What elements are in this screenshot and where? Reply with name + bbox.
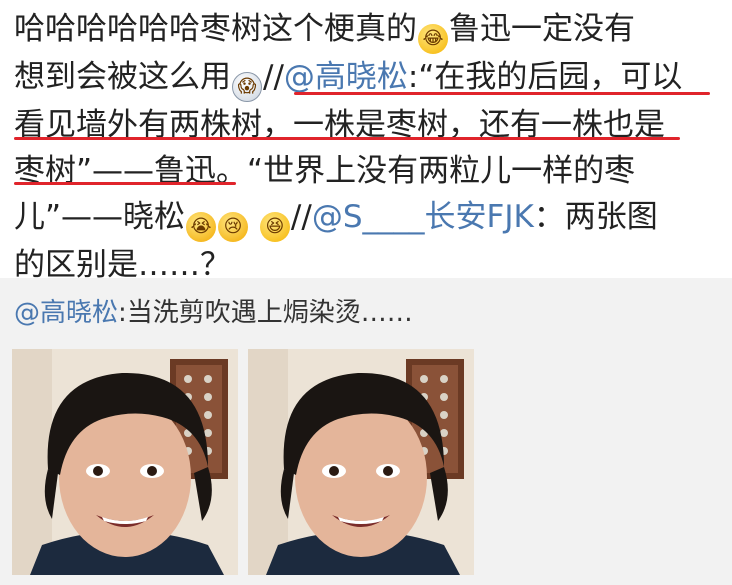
post-text-line5: 儿”——晓松	[14, 199, 186, 235]
tears-emoji-icon: 😢	[218, 212, 249, 242]
red-underline-1	[294, 92, 710, 95]
post-text-line1: 哈哈哈哈哈哈枣树这个梗真的	[14, 11, 417, 47]
repost-mention-gaoxiaosong[interactable]: @高晓松	[14, 298, 118, 328]
repost-slashes-2: //	[290, 199, 312, 235]
selfie-photo-image	[12, 349, 238, 575]
post-quote: :“在我的后园，可以	[407, 59, 683, 95]
red-underline-2	[14, 137, 680, 140]
post-text-line2: 想到会被这么用	[14, 59, 231, 95]
post-body: 哈哈哈哈哈哈枣树这个梗真的 😂 鲁迅一定没有 想到会被这么用 😱//@高晓松:“在我的后…	[14, 6, 720, 288]
surprised-emoji-icon: 😱	[232, 72, 262, 102]
repost-caption: :当洗剪吹遇上焗染烫……	[118, 298, 413, 328]
post-text-line1-tail: 鲁迅一定没有	[449, 11, 635, 47]
red-underline-3	[14, 182, 236, 185]
mention-link-gaoxiaosong[interactable]: @高晓松	[284, 59, 408, 95]
photo-thumbnail-2[interactable]	[248, 349, 474, 575]
laughing-tears-emoji-icon: 😂	[418, 24, 448, 54]
repost-text: @高晓松:当洗剪吹遇上焗染烫……	[14, 296, 413, 330]
photo-thumbnail-1[interactable]	[12, 349, 238, 575]
crying-emoji-icon: 😭	[186, 212, 217, 242]
mention-link-changan[interactable]: @S____长安FJK	[312, 199, 534, 235]
selfie-photo-image-2	[248, 349, 474, 575]
grinning-emoji-icon: 😆	[259, 212, 290, 242]
repost-card[interactable]: @高晓松:当洗剪吹遇上焗染烫……	[0, 278, 732, 585]
post-text-line5-tail: ：两张图	[533, 199, 658, 235]
weibo-post: 哈哈哈哈哈哈枣树这个梗真的 😂 鲁迅一定没有 想到会被这么用 😱//@高晓松:“在我的后…	[0, 0, 732, 283]
repost-slashes: //	[263, 59, 284, 95]
